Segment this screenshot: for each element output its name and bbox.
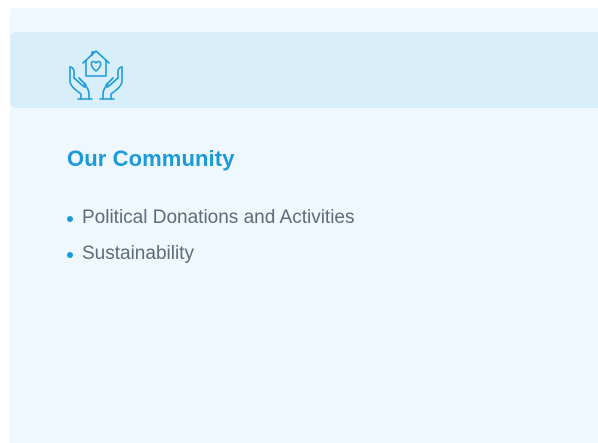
list-item-sustainability[interactable]: Sustainability xyxy=(67,242,354,278)
community-card: Our Community Political Donations and Ac… xyxy=(10,8,598,443)
list-item-political-donations[interactable]: Political Donations and Activities xyxy=(67,206,354,242)
link-sustainability[interactable]: Sustainability xyxy=(82,242,194,266)
community-link-list: Political Donations and Activities Susta… xyxy=(67,206,354,278)
bullet-dot-icon xyxy=(67,216,73,222)
card-title: Our Community xyxy=(67,146,235,171)
bullet-dot-icon xyxy=(67,252,73,258)
link-political-donations[interactable]: Political Donations and Activities xyxy=(82,206,354,230)
card-header xyxy=(10,32,598,108)
hands-holding-house-heart-icon xyxy=(65,41,127,101)
